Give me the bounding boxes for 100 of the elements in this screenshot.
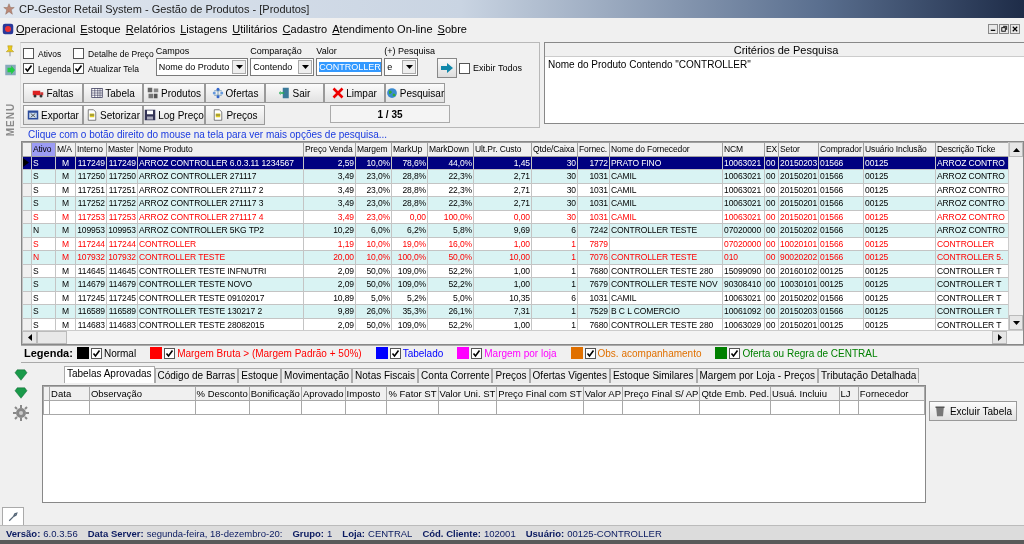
column-header[interactable]: Fornec. — [577, 142, 610, 156]
table-row[interactable]: S M 116589 116589 CONTROLLER TESTE 130217 2 9,89 26,0% 35,3% 26,1% 7,31 1 7529 B C L COMERCIO 10061092 00 20150203 01566 00125 CONTROLLER T — [22, 304, 1008, 318]
table-row[interactable]: S M 117250 117250 ARROZ CONTROLLER 271117 3,49 23,0% 28,8% 22,3% 2,71 30 1031 CAMIL 10063021 00 20150201 01566 00125 ARROZ CONTRO — [22, 169, 1008, 183]
tab[interactable]: Estoque — [238, 368, 282, 383]
tab[interactable]: Preços — [492, 368, 530, 383]
minimize-button[interactable] — [988, 24, 998, 34]
checkbox[interactable] — [73, 63, 85, 74]
menu-item[interactable]: Cadastro — [280, 23, 331, 35]
column-header[interactable]: MarkDown — [427, 142, 474, 156]
menu-item[interactable]: Estoque — [78, 23, 124, 35]
toolbar-button[interactable]: Limpar — [324, 83, 385, 103]
toolbar-button[interactable]: Log Preço — [143, 105, 205, 125]
column-header[interactable]: M/A — [55, 142, 76, 156]
checkbox[interactable] — [73, 48, 85, 59]
column-header[interactable]: % Fator ST — [386, 386, 438, 401]
tab[interactable]: Notas Fiscais — [352, 368, 419, 383]
column-header[interactable]: Descrição Ticke — [935, 142, 1008, 156]
checkbox[interactable] — [23, 48, 34, 59]
column-header[interactable]: Preço Final S/ AP — [622, 386, 700, 401]
column-header[interactable]: Observação — [89, 386, 196, 401]
column-header[interactable]: Data — [49, 386, 90, 401]
table-icon — [91, 87, 104, 99]
column-header[interactable]: Fornecedor — [858, 386, 925, 401]
menu-item[interactable]: Listagens — [178, 23, 231, 35]
column-header[interactable]: Margem — [355, 142, 392, 156]
checkbox[interactable] — [164, 347, 176, 359]
column-header[interactable]: NCM — [722, 142, 765, 156]
toolbar-button[interactable]: Sair — [265, 83, 324, 103]
scroll-left-button[interactable] — [22, 331, 37, 344]
column-header[interactable]: Nome do Fornecedor — [609, 142, 723, 156]
delete-table-button[interactable]: Excluir Tabela — [929, 401, 1017, 421]
toolbar-button[interactable]: Exportar — [23, 105, 83, 125]
tab[interactable]: Estoque Similares — [609, 368, 697, 383]
toolbar-button[interactable]: Ofertas — [205, 83, 265, 103]
tab[interactable]: Movimentação — [281, 368, 353, 383]
table-row[interactable]: S M 117252 117252 ARROZ CONTROLLER 271117 3 3,49 23,0% 28,8% 22,3% 2,71 30 1031 CAMIL 10063021 00 20150201 01566 00125 ARROZ CONTRO — [22, 196, 1008, 210]
tab[interactable]: Margem por Loja - Preços — [696, 368, 819, 383]
column-header[interactable]: Qtde/Caixa — [531, 142, 578, 156]
table-row[interactable]: S M 117245 117245 CONTROLLER TESTE 09102017 10,89 5,0% 5,2% 5,0% 10,35 6 1031 CAMIL 10063021 00 20150202 01566 00125 CONTROLLER T — [22, 291, 1008, 305]
search-mode-dropdown[interactable]: e — [384, 58, 419, 76]
column-header[interactable]: Aprovado — [301, 386, 346, 401]
column-header[interactable]: Usuário Inclusão — [863, 142, 936, 156]
checkbox[interactable] — [389, 347, 401, 359]
column-header[interactable]: Setor — [778, 142, 819, 156]
tab[interactable]: Conta Corrente — [418, 368, 493, 383]
menu-item[interactable]: Operacional — [14, 23, 79, 35]
comparison-dropdown[interactable]: Contendo — [250, 58, 315, 76]
column-header[interactable]: Preço Venda — [303, 142, 356, 156]
table-row[interactable]: S M 117249 117249 ARROZ CONTROLLER 6.0.3.11 1234567 2,59 10,0% 78,6% 44,0% 1,45 30 1772 PRATO FINO 10063021 00 20150203 01566 00125 ARROZ CONTRO — [22, 156, 1008, 170]
menu-item[interactable]: Atendimento On-line — [330, 23, 436, 35]
column-header[interactable]: Bonificação — [249, 386, 302, 401]
toolbar-button[interactable]: Preços — [205, 105, 265, 125]
table-row[interactable]: S M 117244 117244 CONTROLLER 1,19 10,0% 19,0% 16,0% 1,00 1 7879 07020000 00 10020101 01566 00125 CONTROLLER — [22, 237, 1008, 251]
tab[interactable]: Ofertas Vigentes — [529, 368, 610, 383]
scroll-up-button[interactable] — [1009, 142, 1023, 157]
checkbox[interactable] — [23, 63, 34, 74]
tab[interactable]: Tabelas Aprovadas — [64, 366, 155, 383]
scroll-thumb[interactable] — [37, 331, 67, 344]
menu-item[interactable]: Utilitários — [230, 23, 281, 35]
column-header[interactable]: Valor AP — [583, 386, 623, 401]
column-header[interactable]: Interno — [75, 142, 107, 156]
table-row[interactable]: N M 109953 109953 ARROZ CONTROLLER 5KG TP2 10,29 6,0% 6,2% 5,8% 9,69 6 7242 CONTROLLER TESTE 07020000 00 20150202 01566 00125 ARROZ CONTRO — [22, 223, 1008, 237]
toolbar-button[interactable]: Tabela — [83, 83, 143, 103]
tab[interactable]: Código de Barras — [154, 368, 239, 383]
tab[interactable] — [2, 507, 24, 525]
tab[interactable]: Tributação Detalhada — [818, 368, 920, 383]
toolbar-button[interactable]: Faltas — [23, 83, 83, 103]
column-header[interactable]: % Desconto — [195, 386, 250, 401]
toolbar-button[interactable]: Produtos — [143, 83, 205, 103]
checkbox[interactable] — [729, 347, 741, 359]
checkbox[interactable] — [471, 347, 483, 359]
column-header[interactable]: Usuá. Incluiu — [770, 386, 840, 401]
scroll-right-button[interactable] — [992, 331, 1007, 344]
table-row[interactable]: S M 114679 114679 CONTROLLER TESTE NOVO 2,09 50,0% 109,0% 52,2% 1,00 1 7679 CONTROLLER TESTE NOV 90308410 00 10030101 00125 00125 CONTROLLER T — [22, 277, 1008, 291]
table-row[interactable]: S M 117253 117253 ARROZ CONTROLLER 271117 4 3,49 23,0% 0,00 100,0% 0,00 30 1031 CAMIL 10063021 00 20150201 01566 00125 ARROZ CONTRO — [22, 210, 1008, 224]
column-header[interactable]: Qtde Emb. Ped. — [699, 386, 771, 401]
checkbox[interactable] — [459, 62, 471, 74]
checkbox[interactable] — [90, 347, 102, 359]
column-header[interactable]: Valor Uni. ST — [438, 386, 497, 401]
toolbar-button[interactable]: Setorizar — [83, 105, 143, 125]
menu-item[interactable]: Sobre — [435, 23, 470, 35]
column-header[interactable]: Imposto — [345, 386, 387, 401]
close-button[interactable] — [1010, 24, 1020, 34]
fields-dropdown[interactable]: Nome do Produto — [155, 58, 249, 76]
column-header[interactable]: Ult.Pr. Custo — [473, 142, 532, 156]
scroll-down-button[interactable] — [1009, 315, 1023, 330]
checkbox[interactable] — [584, 347, 596, 359]
column-header[interactable]: LJ — [839, 386, 859, 401]
column-header[interactable]: Nome Produto — [137, 142, 304, 156]
column-header[interactable]: Ativo — [31, 142, 56, 156]
table-row[interactable]: S M 117251 117251 ARROZ CONTROLLER 271117 2 3,49 23,0% 28,8% 22,3% 2,71 30 1031 CAMIL 10063021 00 20150201 01566 00125 ARROZ CONTRO — [22, 183, 1008, 197]
column-header[interactable]: MarkUp — [391, 142, 428, 156]
go-button[interactable] — [437, 58, 458, 78]
column-header[interactable]: Master — [106, 142, 138, 156]
table-row[interactable]: S M 114645 114645 CONTROLLER TESTE INFNUTRI 2,09 50,0% 109,0% 52,2% 1,00 1 7680 CONTROLLER TESTE 280 15099090 00 20160102 00125 00125 CONTROLLER T — [22, 264, 1008, 278]
menu-item[interactable]: Relatórios — [123, 23, 179, 35]
restore-button[interactable] — [999, 24, 1009, 34]
column-header[interactable]: Comprador — [818, 142, 864, 156]
column-header[interactable]: Preço Final com ST — [496, 386, 584, 401]
toolbar-button[interactable]: Pesquisar — [385, 83, 445, 103]
